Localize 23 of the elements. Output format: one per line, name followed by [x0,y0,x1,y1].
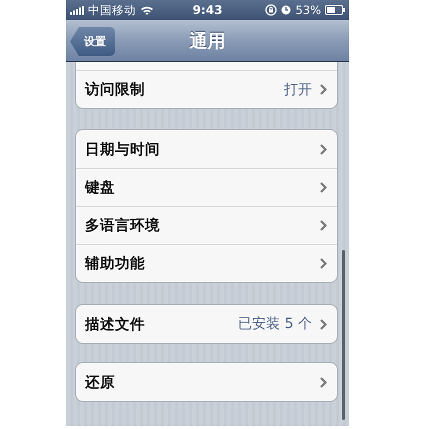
battery-percentage: 53% [295,3,322,17]
battery-icon [325,5,346,15]
back-button[interactable]: 设置 [70,27,115,56]
chevron-icon [320,84,327,95]
chevron-icon [320,258,327,269]
settings-row[interactable]: 多语言环境 [76,206,337,244]
chevron-icon [320,144,327,154]
orientation-lock-icon [265,4,278,16]
settings-row[interactable]: 描述文件 已安装 5 个 [76,305,337,343]
navigation-title: 通用 [190,30,226,52]
clock-icon [281,5,292,15]
wifi-icon [140,5,154,15]
settings-row[interactable]: 键盘 [76,168,337,206]
chevron-icon [320,182,327,193]
settings-row[interactable]: 还原 [76,363,337,401]
signal-icon [70,6,84,14]
chevron-icon [320,376,327,388]
settings-row[interactable]: 辅助功能 [76,244,337,282]
chevron-icon [320,220,327,231]
chevron-icon [320,318,327,330]
settings-row[interactable]: 日期与时间 [76,130,337,168]
status-time: 9:43 [192,3,222,17]
carrier-name: 中国移动 [88,2,136,18]
